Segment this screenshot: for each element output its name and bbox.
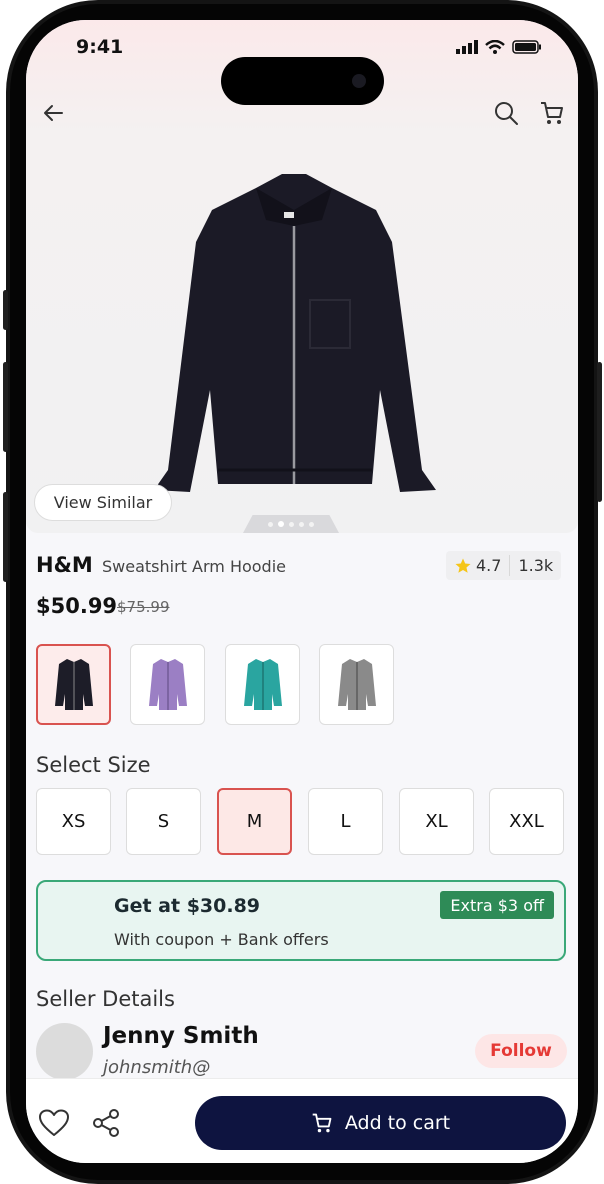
dynamic-island xyxy=(221,57,384,105)
search-button[interactable] xyxy=(490,97,522,129)
pagination-dot-active[interactable] xyxy=(278,521,284,527)
wifi-icon xyxy=(485,40,505,54)
size-section-title: Select Size xyxy=(36,753,151,777)
seller-handle: johnsmith@ xyxy=(103,1057,211,1078)
share-button[interactable] xyxy=(89,1106,123,1140)
pagination-dot[interactable] xyxy=(289,521,294,527)
color-swatch-black[interactable] xyxy=(36,644,111,725)
seller-avatar[interactable] xyxy=(36,1023,93,1080)
star-icon xyxy=(455,558,471,573)
phone-side-button xyxy=(597,362,602,502)
search-icon xyxy=(495,102,518,125)
product-image-area[interactable]: 9:41 View Similar xyxy=(26,20,578,533)
phone-side-button xyxy=(3,362,8,452)
product-price: $50.99 xyxy=(36,594,118,618)
rating-score: 4.7 xyxy=(446,551,509,580)
heart-icon xyxy=(39,1109,69,1136)
app-screen: 9:41 View Similar H&M Sweatshirt Arm Hoo… xyxy=(26,20,578,1163)
size-option-xxl[interactable]: XXL xyxy=(489,788,564,855)
phone-side-button xyxy=(3,492,8,582)
status-time: 9:41 xyxy=(76,36,124,58)
view-similar-button[interactable]: View Similar xyxy=(34,484,172,521)
cart-button[interactable] xyxy=(536,97,568,129)
product-name: Sweatshirt Arm Hoodie xyxy=(102,557,286,576)
product-image xyxy=(154,174,436,492)
add-to-cart-button[interactable]: Add to cart xyxy=(195,1096,566,1150)
jacket-thumbnail xyxy=(337,658,376,710)
size-option-xl[interactable]: XL xyxy=(399,788,474,855)
review-count: 1.3k xyxy=(518,556,554,575)
color-swatch-purple[interactable] xyxy=(130,644,205,725)
phone-side-button xyxy=(3,290,8,330)
offer-banner[interactable]: Get at $30.89 With coupon + Bank offers … xyxy=(36,880,566,961)
rating-badge[interactable]: 4.7 1.3k xyxy=(446,551,562,580)
arrow-left-icon xyxy=(44,105,63,121)
color-swatch-gray[interactable] xyxy=(319,644,394,725)
jacket-thumbnail xyxy=(148,658,187,710)
cart-icon xyxy=(541,102,563,124)
camera-icon xyxy=(352,74,366,88)
back-button[interactable] xyxy=(38,98,68,128)
share-icon xyxy=(93,1109,119,1137)
follow-button[interactable]: Follow xyxy=(475,1034,567,1068)
size-option-l[interactable]: L xyxy=(308,788,383,855)
pagination-dot[interactable] xyxy=(309,521,314,527)
seller-section-title: Seller Details xyxy=(36,987,175,1011)
wishlist-button[interactable] xyxy=(36,1106,72,1140)
image-pagination[interactable] xyxy=(243,515,339,533)
product-brand: H&M xyxy=(36,553,93,577)
pagination-dot[interactable] xyxy=(299,521,304,527)
signal-icon xyxy=(456,40,478,54)
size-option-m[interactable]: M xyxy=(217,788,292,855)
jacket-thumbnail xyxy=(243,658,282,710)
jacket-thumbnail xyxy=(54,658,93,710)
original-price: $75.99 xyxy=(117,598,170,616)
size-option-xs[interactable]: XS xyxy=(36,788,111,855)
battery-icon xyxy=(512,40,541,54)
size-option-s[interactable]: S xyxy=(126,788,201,855)
offer-badge: Extra $3 off xyxy=(440,891,554,919)
seller-name[interactable]: Jenny Smith xyxy=(103,1023,259,1049)
pagination-dot[interactable] xyxy=(268,521,273,527)
add-to-cart-label: Add to cart xyxy=(344,1112,451,1134)
offer-subtitle: With coupon + Bank offers xyxy=(114,930,329,949)
offer-title: Get at $30.89 xyxy=(114,895,261,917)
status-icons xyxy=(456,40,542,54)
color-swatch-teal[interactable] xyxy=(225,644,300,725)
rating-value: 4.7 xyxy=(476,556,502,575)
cart-icon xyxy=(312,1113,332,1133)
